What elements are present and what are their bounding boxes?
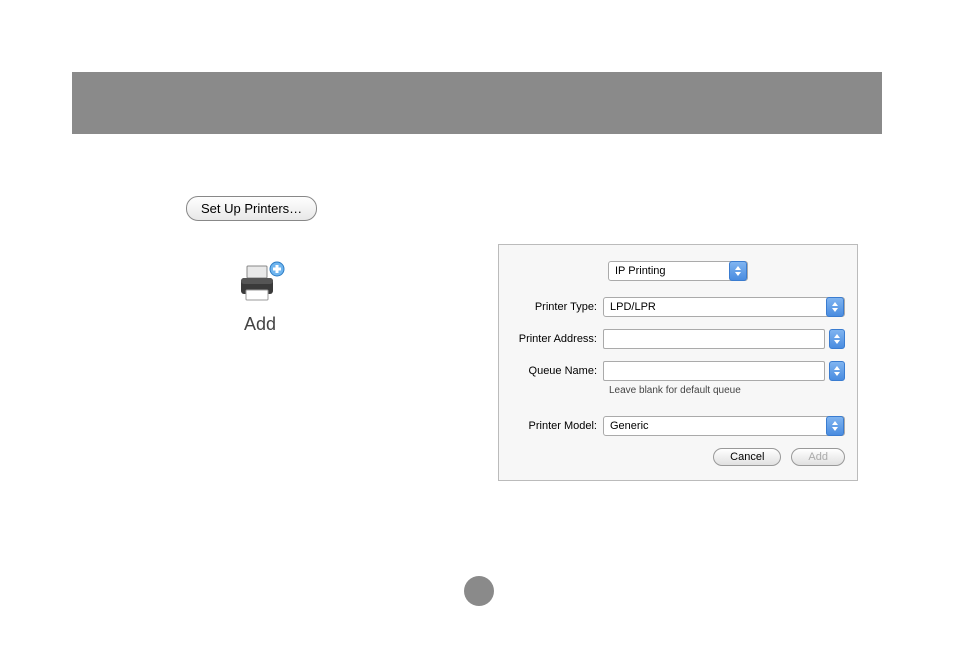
dropdown-arrows-icon — [729, 261, 747, 281]
header-bar — [72, 72, 882, 134]
dropdown-arrows-icon — [826, 416, 844, 436]
printer-type-value: LPD/LPR — [610, 301, 656, 313]
connection-type-value: IP Printing — [615, 265, 666, 277]
add-icon-label: Add — [225, 314, 295, 335]
history-arrows-icon[interactable] — [829, 329, 845, 349]
printer-add-icon — [235, 260, 285, 308]
printer-address-label: Printer Address: — [511, 333, 603, 345]
connection-type-dropdown[interactable]: IP Printing — [608, 261, 748, 281]
queue-name-input[interactable] — [603, 361, 825, 381]
printer-type-dropdown[interactable]: LPD/LPR — [603, 297, 845, 317]
printer-type-label: Printer Type: — [511, 301, 603, 313]
page-number-dot — [464, 576, 494, 606]
printer-model-label: Printer Model: — [511, 420, 603, 432]
ip-printing-dialog: IP Printing Printer Type: LPD/LPR Printe… — [498, 244, 858, 481]
printer-address-input[interactable] — [603, 329, 825, 349]
dropdown-arrows-icon — [826, 297, 844, 317]
add-printer-toolbar-item[interactable]: Add — [225, 260, 295, 335]
setup-printers-button[interactable]: Set Up Printers… — [186, 196, 317, 221]
queue-name-label: Queue Name: — [511, 365, 603, 377]
add-button: Add — [791, 448, 845, 466]
cancel-button[interactable]: Cancel — [713, 448, 781, 466]
printer-model-dropdown[interactable]: Generic — [603, 416, 845, 436]
printer-model-value: Generic — [610, 420, 649, 432]
history-arrows-icon[interactable] — [829, 361, 845, 381]
queue-hint-text: Leave blank for default queue — [609, 385, 845, 396]
